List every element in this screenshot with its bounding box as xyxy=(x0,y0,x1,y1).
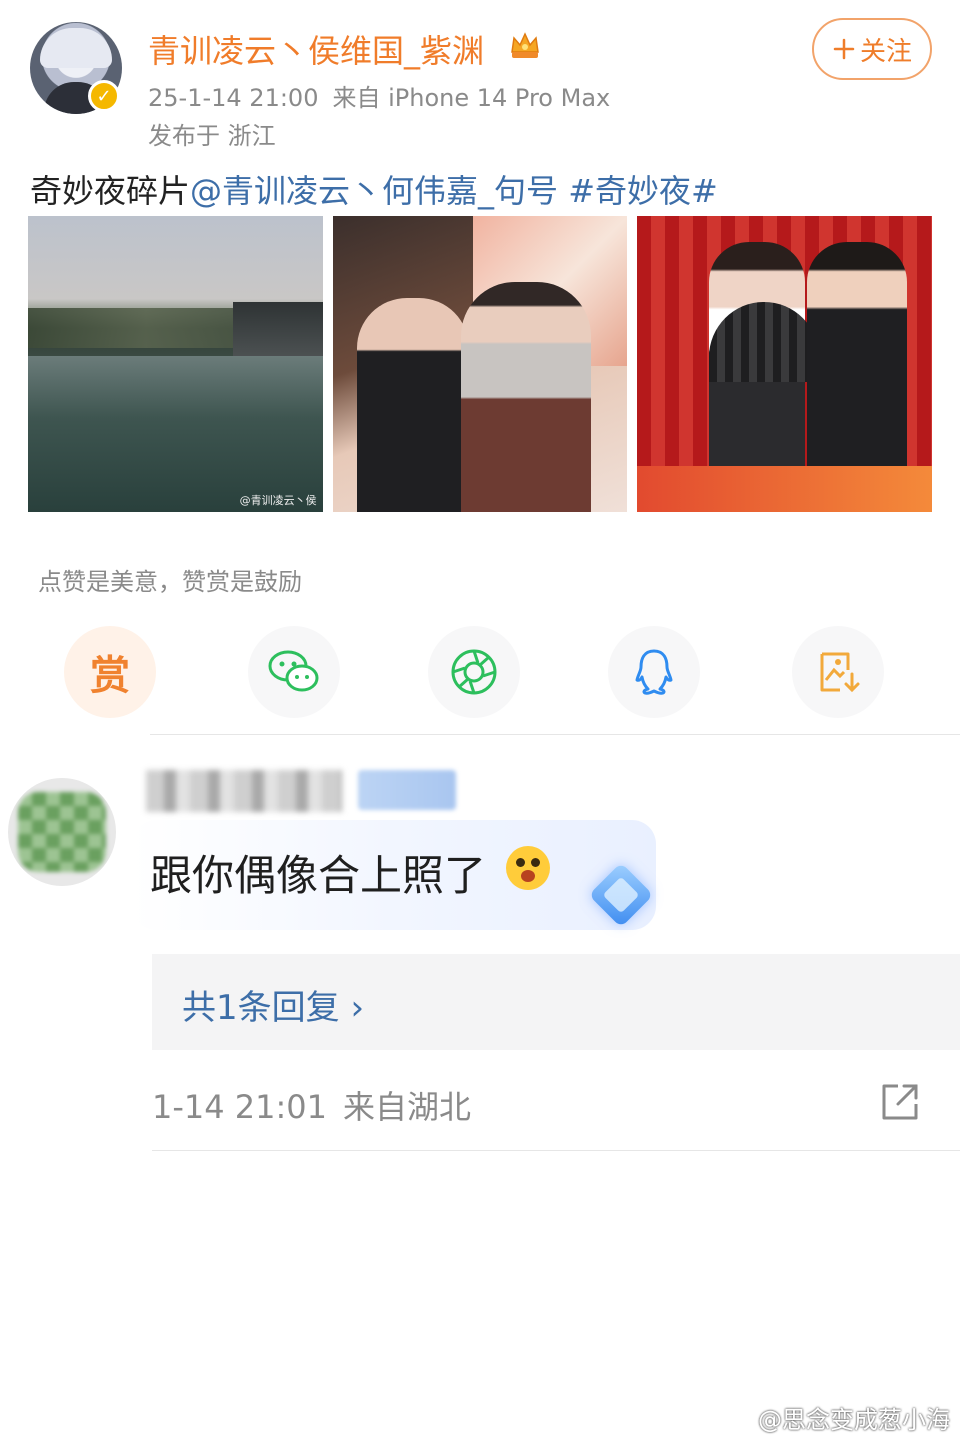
post-timestamp: 25-1-14 21:00 xyxy=(148,84,319,112)
commenter-avatar[interactable] xyxy=(8,778,116,886)
reward-icon: 赏 xyxy=(90,653,130,699)
share-qq-button[interactable] xyxy=(608,626,700,718)
commenter-badge-blurred xyxy=(358,770,456,810)
post-text: 奇妙夜碎片@青训凌云丶何伟嘉_句号 #奇妙夜# xyxy=(30,166,718,212)
wechat-icon xyxy=(268,650,319,692)
share-moments-button[interactable] xyxy=(428,626,520,718)
mention-link[interactable]: @青训凌云丶何伟嘉_句号 xyxy=(190,172,558,210)
divider xyxy=(150,734,960,735)
comment-text: 跟你偶像合上照了 xyxy=(150,851,487,900)
photo-stage[interactable] xyxy=(637,216,933,512)
moments-icon xyxy=(451,649,497,695)
photo-group[interactable] xyxy=(332,216,628,512)
avatar-hair xyxy=(40,28,112,68)
qq-icon xyxy=(635,649,673,695)
replies-box[interactable]: 共1条回复 › xyxy=(152,954,960,1050)
verified-badge-icon: ✓ xyxy=(88,80,120,112)
avatar-blurred xyxy=(18,792,106,872)
post-location: 发布于 浙江 xyxy=(148,122,276,150)
comment-time: 1-14 21:01 xyxy=(152,1088,328,1126)
reward-hint: 点赞是美意，赞赏是鼓励 xyxy=(38,568,302,596)
share-wechat-button[interactable] xyxy=(248,626,340,718)
photo-person-right xyxy=(460,282,591,512)
share-external-icon[interactable] xyxy=(878,1080,922,1124)
crown-icon xyxy=(511,32,539,58)
comment-meta: 1-14 21:01 来自湖北 xyxy=(152,1082,471,1128)
photo-person-left xyxy=(356,298,469,512)
save-image-icon xyxy=(820,652,860,693)
photo-watermark: @青训凌云丶侯 xyxy=(239,494,317,507)
divider xyxy=(152,1150,960,1151)
follow-label: 关注 xyxy=(859,36,912,67)
photo-banner xyxy=(637,466,933,512)
page-watermark: @思念变成葱小海 xyxy=(758,1406,950,1434)
share-row: 赏 xyxy=(64,626,896,718)
shocked-emoji-icon xyxy=(506,846,550,890)
photo-water xyxy=(28,356,323,512)
author-name[interactable]: 青训凌云丶侯维国_紫渊 xyxy=(148,26,484,72)
plus-icon xyxy=(833,38,855,60)
hashtag-link[interactable]: #奇妙夜# xyxy=(568,172,718,210)
comment-source: 来自湖北 xyxy=(343,1088,472,1126)
post-text-prefix: 奇妙夜碎片 xyxy=(30,172,191,210)
reward-button[interactable]: 赏 xyxy=(64,626,156,718)
photo-grid: @青训凌云丶侯 xyxy=(28,216,933,512)
commenter-name-blurred[interactable] xyxy=(146,770,342,812)
save-image-button[interactable] xyxy=(792,626,884,718)
post-source: 来自 iPhone 14 Pro Max xyxy=(332,84,611,112)
follow-button[interactable]: 关注 xyxy=(812,18,932,80)
photo-river[interactable]: @青训凌云丶侯 xyxy=(28,216,323,512)
replies-link[interactable]: 共1条回复 › xyxy=(182,980,364,1029)
post-meta: 25-1-14 21:00 来自 iPhone 14 Pro Max xyxy=(148,78,610,113)
